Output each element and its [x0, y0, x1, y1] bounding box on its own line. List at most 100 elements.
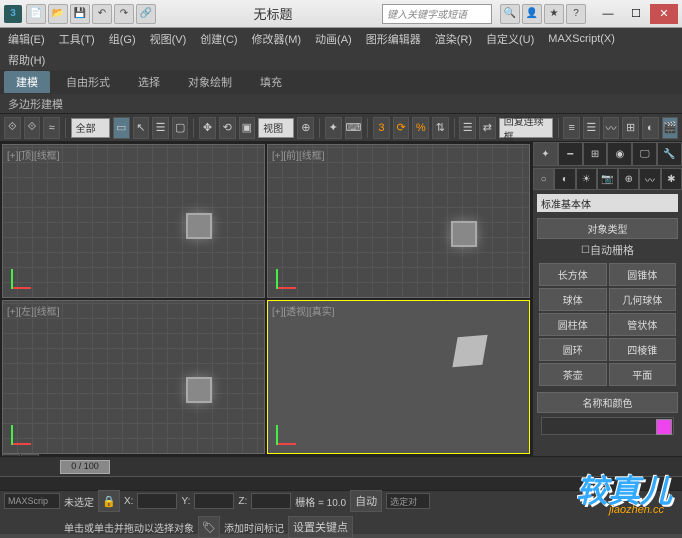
menu-edit[interactable]: 编辑(E)	[8, 31, 45, 47]
menu-modifiers[interactable]: 修改器(M)	[252, 31, 302, 47]
refcoord-select[interactable]: 视图	[258, 118, 294, 138]
select-region-icon[interactable]: ▢	[172, 117, 189, 139]
timetag-icon[interactable]: 🏷	[198, 516, 220, 538]
display-tab-icon[interactable]: 🖵	[632, 142, 657, 166]
menu-animation[interactable]: 动画(A)	[315, 31, 352, 47]
box-button[interactable]: 长方体	[539, 263, 607, 286]
cylinder-button[interactable]: 圆柱体	[539, 313, 607, 336]
motion-tab-icon[interactable]: ◉	[607, 142, 632, 166]
menu-grapheditors[interactable]: 图形编辑器	[366, 31, 421, 47]
viewport-perspective[interactable]: [+][透视][真实]	[267, 300, 530, 454]
cube-object[interactable]	[186, 213, 212, 239]
manip-icon[interactable]: ✦	[325, 117, 342, 139]
percentsnap-icon[interactable]: %	[412, 117, 429, 139]
torus-button[interactable]: 圆环	[539, 338, 607, 361]
menu-help[interactable]: 帮助(H)	[8, 52, 45, 68]
geometry-icon[interactable]: ○	[533, 168, 554, 190]
select-name-icon[interactable]: ☰	[152, 117, 169, 139]
menu-group[interactable]: 组(G)	[109, 31, 136, 47]
helpers-icon[interactable]: ⊕	[618, 168, 639, 190]
move-icon[interactable]: ✥	[199, 117, 216, 139]
lock-icon[interactable]: 🔒	[98, 490, 120, 512]
color-swatch[interactable]	[656, 419, 672, 435]
time-slider-thumb[interactable]: 0 / 100	[60, 460, 110, 474]
anglesnap-icon[interactable]: ⟳	[393, 117, 410, 139]
cube-object[interactable]	[451, 221, 477, 247]
search-input[interactable]: 键入关键字或短语	[382, 4, 492, 24]
geosphere-button[interactable]: 几何球体	[609, 288, 677, 311]
fav-icon[interactable]: ★	[544, 4, 564, 24]
teapot-button[interactable]: 茶壶	[539, 363, 607, 386]
x-input[interactable]	[137, 493, 177, 509]
layers-icon[interactable]: ☰	[583, 117, 600, 139]
render-icon[interactable]: 🎬	[662, 117, 679, 139]
search-icon[interactable]: 🔍	[500, 4, 520, 24]
save-icon[interactable]: 💾	[70, 4, 90, 24]
unlink-icon[interactable]: ⟐	[24, 117, 41, 139]
sphere-button[interactable]: 球体	[539, 288, 607, 311]
viewport-left[interactable]: [+][左][线框]	[2, 300, 265, 454]
hierarchy-tab-icon[interactable]: ⊞	[583, 142, 608, 166]
redo-icon[interactable]: ↷	[114, 4, 134, 24]
material-icon[interactable]: ◐	[642, 117, 659, 139]
link-icon[interactable]: ⟐	[4, 117, 21, 139]
help-icon[interactable]: ?	[566, 4, 586, 24]
time-ruler[interactable]	[0, 476, 682, 490]
viewport-front[interactable]: [+][前][线框]	[267, 144, 530, 298]
menu-maxscript[interactable]: MAXScript(X)	[548, 33, 615, 45]
utilities-tab-icon[interactable]: 🔧	[657, 142, 682, 166]
viewport-top[interactable]: [+][顶][线框]	[2, 144, 265, 298]
keyfilter[interactable]: 选定对	[386, 493, 430, 509]
tab-objectpaint[interactable]: 对象绘制	[176, 71, 244, 93]
category-select[interactable]: 标准基本体	[537, 194, 678, 212]
tab-freeform[interactable]: 自由形式	[54, 71, 122, 93]
menu-view[interactable]: 视图(V)	[150, 31, 187, 47]
systems-icon[interactable]: ✱	[661, 168, 682, 190]
cube-object[interactable]	[450, 331, 490, 371]
rotate-icon[interactable]: ⟲	[219, 117, 236, 139]
menu-create[interactable]: 创建(C)	[200, 31, 237, 47]
close-button[interactable]: ✕	[650, 4, 678, 24]
objecttype-header[interactable]: 对象类型	[537, 218, 678, 239]
setkey-button[interactable]: 设置关键点	[288, 516, 353, 538]
time-slider[interactable]: 0 / 100	[0, 456, 682, 476]
snap-icon[interactable]: 3	[373, 117, 390, 139]
tab-selection[interactable]: 选择	[126, 71, 172, 93]
minimize-button[interactable]: —	[594, 4, 622, 24]
bind-icon[interactable]: ≈	[43, 117, 60, 139]
cube-object[interactable]	[186, 377, 212, 403]
create-tab-icon[interactable]: ✦	[533, 142, 558, 166]
link-icon[interactable]: 🔗	[136, 4, 156, 24]
mirror-icon[interactable]: ⇄	[479, 117, 496, 139]
new-icon[interactable]: 📄	[26, 4, 46, 24]
script-listener[interactable]: MAXScrip	[4, 493, 60, 509]
lights-icon[interactable]: ☀	[576, 168, 597, 190]
z-input[interactable]	[251, 493, 291, 509]
menu-tools[interactable]: 工具(T)	[59, 31, 95, 47]
tab-populate[interactable]: 填充	[248, 71, 294, 93]
pyramid-button[interactable]: 四棱锥	[609, 338, 677, 361]
select-arrow-icon[interactable]: ↖	[133, 117, 150, 139]
addtime-label[interactable]: 添加时间标记	[224, 520, 284, 535]
spinnersnap-icon[interactable]: ⇅	[432, 117, 449, 139]
namecolor-header[interactable]: 名称和颜色	[537, 392, 678, 413]
curve-icon[interactable]: 〰	[603, 117, 620, 139]
menu-rendering[interactable]: 渲染(R)	[435, 31, 472, 47]
plane-button[interactable]: 平面	[609, 363, 677, 386]
open-icon[interactable]: 📂	[48, 4, 68, 24]
pivot-icon[interactable]: ⊕	[297, 117, 314, 139]
cone-button[interactable]: 圆锥体	[609, 263, 677, 286]
keymode-icon[interactable]: ⌨	[345, 117, 363, 139]
signin-icon[interactable]: 👤	[522, 4, 542, 24]
scale-icon[interactable]: ▣	[239, 117, 256, 139]
space-icon[interactable]: 〰	[639, 168, 660, 190]
menu-customize[interactable]: 自定义(U)	[486, 31, 534, 47]
select-icon[interactable]: ▭	[113, 117, 130, 139]
y-input[interactable]	[194, 493, 234, 509]
selection-filter[interactable]: 全部	[71, 118, 110, 138]
schematic-icon[interactable]: ⊞	[622, 117, 639, 139]
name-input[interactable]	[541, 417, 674, 435]
autokey-button[interactable]: 自动	[350, 490, 382, 512]
tab-modeling[interactable]: 建模	[4, 71, 50, 93]
autogrid-checkbox[interactable]: ☐ 自动栅格	[537, 239, 678, 261]
